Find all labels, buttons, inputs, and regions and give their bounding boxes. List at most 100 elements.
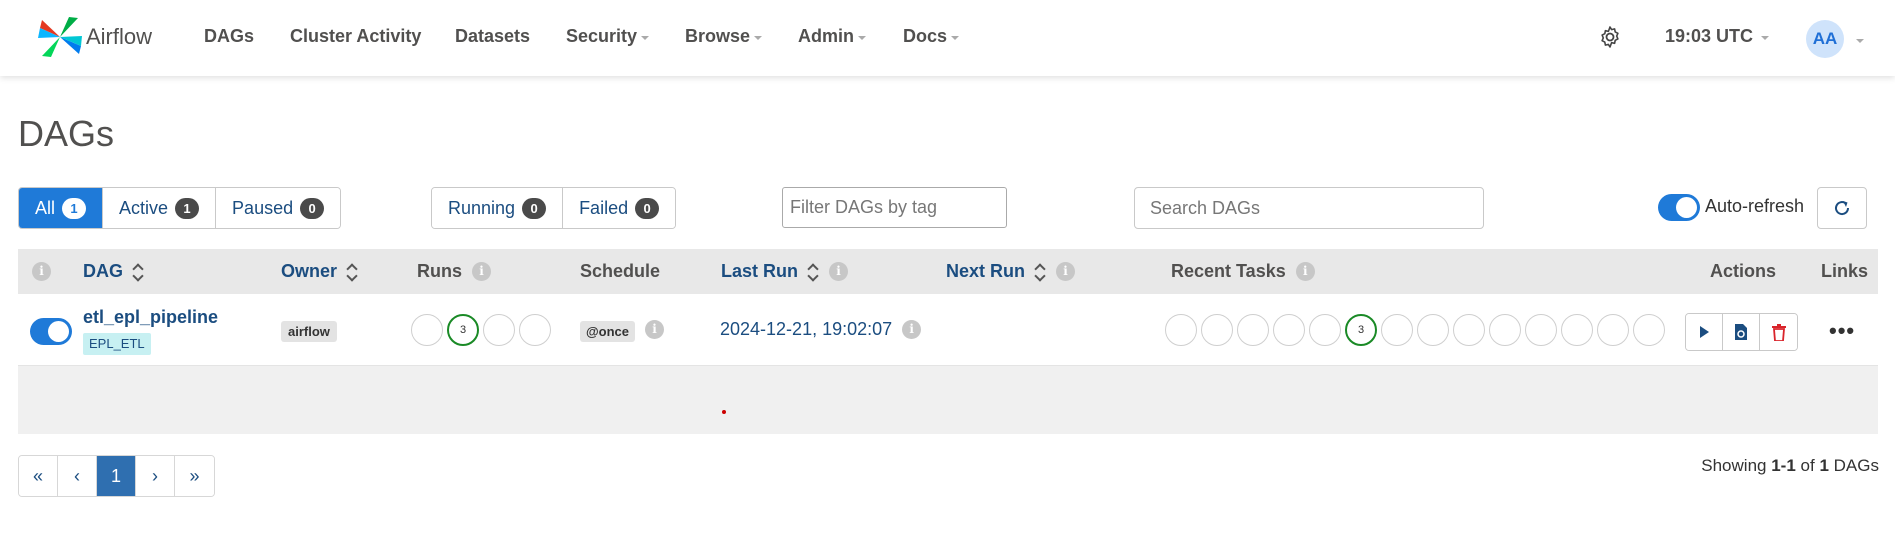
task-state-circle[interactable] [1309,314,1341,346]
status-filter-group: All 1 Active 1 Paused 0 [18,187,342,229]
info-icon[interactable]: i [1056,262,1076,281]
dag-id-link[interactable]: etl_epl_pipeline [83,307,218,328]
caret-down-icon [858,35,866,40]
header-owner-label: Owner [281,261,338,281]
nav-browse[interactable]: Browse [685,26,763,47]
file-refresh-icon [1735,324,1747,340]
count-badge: 0 [300,197,325,219]
dag-actions-group [1685,313,1798,351]
nav-dags-label: DAGs [204,26,255,46]
info-icon[interactable]: i [1295,262,1315,281]
run-filter-group: Running 0 Failed 0 [431,187,677,229]
run-state-circle[interactable] [483,314,515,346]
task-state-circle[interactable] [1633,314,1665,346]
auto-refresh-label: Auto-refresh [1705,196,1805,216]
info-icon[interactable]: i [902,320,922,339]
info-icon[interactable]: i [472,262,491,281]
nav-docs-label: Docs [903,26,948,46]
avatar[interactable]: AA [1806,20,1844,58]
delete-dag-button[interactable] [1760,314,1797,350]
task-state-circle[interactable] [1237,314,1269,346]
nav-docs[interactable]: Docs [903,26,960,47]
info-icon[interactable]: i [829,262,849,281]
run-state-circle[interactable] [411,314,443,346]
caret-down-icon [641,35,650,40]
task-state-circle[interactable] [1489,314,1521,346]
nav-cluster-activity-label: Cluster Activity [290,26,422,46]
filter-failed-button[interactable]: Failed 0 [563,188,676,228]
last-page-button[interactable]: » [175,456,214,496]
prev-page-button[interactable]: ‹ [58,456,97,496]
refresh-icon [1835,201,1850,216]
gear-icon[interactable] [1598,25,1622,49]
dag-active-toggle[interactable] [30,318,72,345]
page-1-button[interactable]: 1 [97,456,136,496]
header-runs: Runs i [417,261,491,282]
header-owner[interactable]: Owner [281,261,358,282]
task-state-circle[interactable] [1597,314,1629,346]
nav-dags[interactable]: DAGs [204,26,254,47]
info-icon[interactable]: i [32,262,51,281]
refresh-button[interactable] [1817,187,1867,229]
toggle-knob [1676,197,1697,218]
sort-icon [347,263,358,281]
info-icon[interactable]: i [645,320,664,339]
header-last-run[interactable]: Last Run i [721,261,849,282]
filter-paused-button[interactable]: Paused 0 [216,188,341,228]
caret-down-icon [1761,35,1770,40]
clock-dropdown[interactable]: 19:03 UTC [1665,26,1770,47]
filter-active-button[interactable]: Active 1 [103,188,217,228]
nav-security[interactable]: Security [566,26,650,47]
nav-admin[interactable]: Admin [798,26,866,47]
header-dag[interactable]: DAG [83,261,144,282]
search-dags-input[interactable] [1134,187,1484,229]
task-state-circle[interactable] [1165,314,1197,346]
header-dag-label: DAG [83,261,123,281]
auto-refresh-toggle[interactable] [1658,194,1700,221]
task-state-circle[interactable] [1201,314,1233,346]
task-state-circle[interactable] [1453,314,1485,346]
task-state-circle[interactable] [1417,314,1449,346]
header-links: Links [1821,261,1868,282]
run-state-circle-success[interactable]: 3 [447,314,479,346]
brand[interactable]: Airflow [36,14,152,60]
owner-badge[interactable]: airflow [281,321,337,342]
filter-running-button[interactable]: Running 0 [432,188,564,228]
task-state-circle-success[interactable]: 3 [1345,314,1377,346]
page-title: DAGs [18,113,115,154]
status-dot [722,410,726,414]
dag-tag-badge[interactable]: EPL_ETL [83,333,151,355]
nav-datasets-label: Datasets [455,26,531,46]
task-state-circle[interactable] [1525,314,1557,346]
dag-detail-row [18,366,1878,434]
last-run-link[interactable]: 2024-12-21, 19:02:07 i [720,319,922,340]
nav-cluster-activity[interactable]: Cluster Activity [290,26,421,47]
task-state-circle[interactable] [1381,314,1413,346]
showing-count: Showing 1-1 of 1 DAGs [1701,456,1879,476]
header-recent-tasks-label: Recent Tasks [1171,261,1286,281]
filter-all-label: All [35,197,56,218]
showing-prefix: Showing [1701,456,1767,475]
schedule-badge[interactable]: @once [580,321,636,342]
task-state-circle[interactable] [1273,314,1305,346]
tag-filter-input[interactable] [782,187,1007,228]
first-page-button[interactable]: « [19,456,58,496]
toggle-knob [48,321,69,342]
refresh-dag-button[interactable] [1723,314,1760,350]
nav-datasets[interactable]: Datasets [455,26,530,47]
user-caret-down-icon[interactable] [1856,39,1864,43]
more-links-icon[interactable]: ••• [1829,318,1855,344]
task-state-circle[interactable] [1561,314,1593,346]
sort-icon [133,263,144,281]
header-runs-label: Runs [417,261,462,281]
showing-suffix: DAGs [1833,456,1879,475]
pagination: « ‹ 1 › » [18,455,215,497]
trigger-dag-button[interactable] [1686,314,1723,350]
run-state-circle[interactable] [519,314,551,346]
header-next-run[interactable]: Next Run i [946,261,1076,282]
filter-all-button[interactable]: All 1 [19,188,104,228]
header-last-run-label: Last Run [721,261,799,281]
sort-icon [1035,263,1046,281]
next-page-button[interactable]: › [136,456,175,496]
nav-security-label: Security [566,26,638,46]
